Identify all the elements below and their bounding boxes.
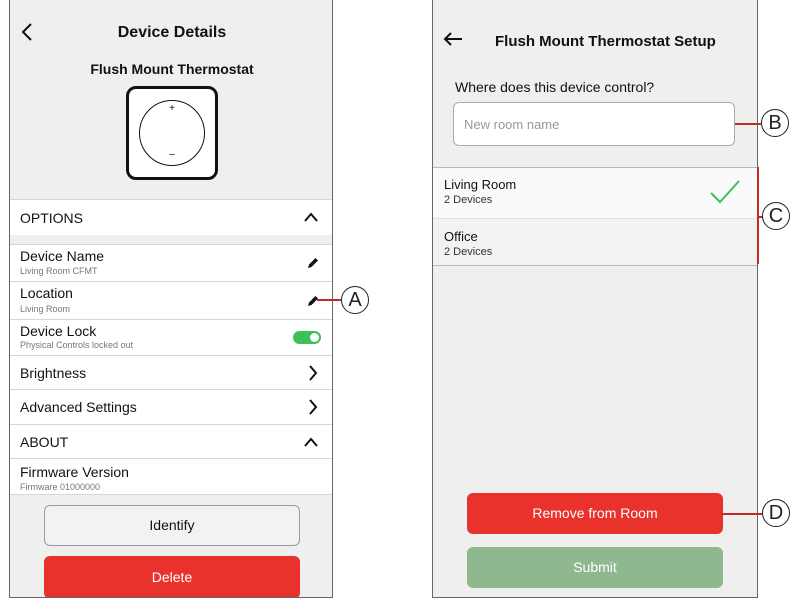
firmware-label: Firmware Version <box>20 464 129 480</box>
callout-d-line <box>721 513 762 515</box>
firmware-row: Firmware Version Firmware 01000000 <box>10 458 332 495</box>
device-name-row[interactable]: Device Name Living Room CFMT <box>10 244 332 281</box>
callout-d: D <box>762 499 790 527</box>
location-label: Location <box>20 285 73 301</box>
callout-a: A <box>341 286 369 314</box>
page-title: Flush Mount Thermostat Setup <box>495 33 716 50</box>
device-name-label: Device Name <box>20 248 105 264</box>
pencil-icon[interactable] <box>306 294 320 308</box>
checkmark-icon <box>710 180 740 204</box>
thermostat-minus-label: – <box>169 149 175 160</box>
brightness-label: Brightness <box>20 365 87 381</box>
device-lock-toggle[interactable] <box>293 331 321 344</box>
submit-button[interactable]: Submit <box>467 547 723 588</box>
new-room-input-placeholder: New room name <box>464 117 560 132</box>
callout-a-line <box>317 299 341 301</box>
room-device-count: 2 Devices <box>444 246 493 258</box>
room-list: Living Room 2 Devices Office 2 Devices <box>433 167 757 266</box>
thermostat-plus-label: + <box>169 103 175 114</box>
about-section-header[interactable]: ABOUT <box>10 424 332 458</box>
room-item-living-room[interactable]: Living Room 2 Devices <box>433 168 757 219</box>
thermostat-setup-screen: Flush Mount Thermostat Setup Where does … <box>432 0 758 598</box>
pencil-icon[interactable] <box>306 256 320 270</box>
advanced-settings-row[interactable]: Advanced Settings <box>10 389 332 424</box>
device-lock-value: Physical Controls locked out <box>20 340 134 350</box>
page-title: Device Details <box>117 24 227 41</box>
options-section-header[interactable]: OPTIONS <box>10 199 332 235</box>
advanced-settings-label: Advanced Settings <box>20 399 137 415</box>
delete-button[interactable]: Delete <box>44 556 300 597</box>
firmware-value: Firmware 01000000 <box>20 482 101 492</box>
location-value: Living Room <box>20 304 71 314</box>
callout-b-line <box>735 123 761 125</box>
device-details-screen: Device Details Flush Mount Thermostat + … <box>9 0 333 598</box>
toggle-knob <box>310 333 319 342</box>
about-header-label: ABOUT <box>20 434 69 450</box>
brightness-row[interactable]: Brightness <box>10 355 332 389</box>
options-header-label: OPTIONS <box>20 210 84 226</box>
callout-b: B <box>761 109 789 137</box>
chevron-up-icon <box>304 212 318 222</box>
device-lock-row: Device Lock Physical Controls locked out <box>10 319 332 355</box>
chevron-up-icon <box>304 437 318 447</box>
thermostat-icon: + – <box>126 86 218 180</box>
location-row[interactable]: Location Living Room <box>10 281 332 319</box>
room-device-count: 2 Devices <box>444 194 493 206</box>
room-question-label: Where does this device control? <box>455 79 655 95</box>
back-arrow-icon[interactable] <box>443 31 463 47</box>
room-name: Office <box>444 229 478 244</box>
room-name: Living Room <box>444 177 517 192</box>
new-room-input[interactable]: New room name <box>453 102 735 146</box>
room-item-office[interactable]: Office 2 Devices <box>433 219 757 265</box>
chevron-right-icon <box>309 365 318 381</box>
identify-button[interactable]: Identify <box>44 505 300 546</box>
device-name-heading: Flush Mount Thermostat <box>90 61 254 77</box>
device-lock-label: Device Lock <box>20 323 97 339</box>
chevron-right-icon <box>309 399 318 415</box>
remove-from-room-button[interactable]: Remove from Room <box>467 493 723 534</box>
callout-c: C <box>762 202 790 230</box>
device-name-value: Living Room CFMT <box>20 266 98 276</box>
